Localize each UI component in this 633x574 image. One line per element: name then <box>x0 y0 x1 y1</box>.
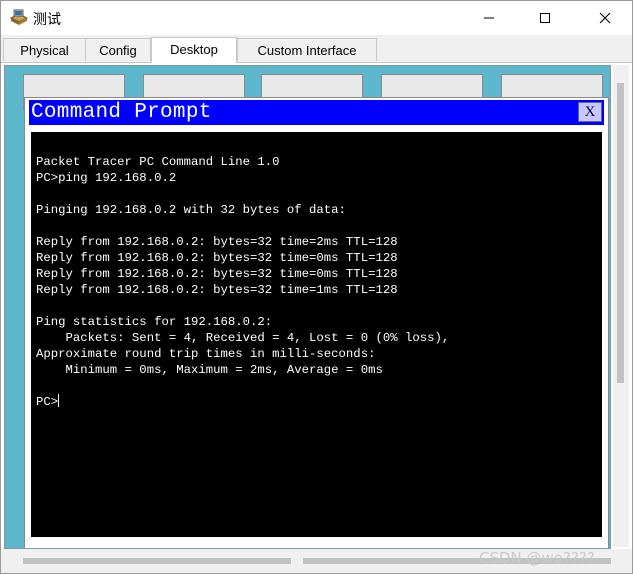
packet-tracer-app-icon <box>9 8 29 26</box>
vertical-scrollbar-thumb[interactable] <box>617 83 624 383</box>
window-title: 测试 <box>33 12 61 28</box>
command-prompt-title: Command Prompt <box>31 101 212 124</box>
terminal-line: Pinging 192.168.0.2 with 32 bytes of dat… <box>36 203 346 217</box>
terminal-line: PC> <box>36 394 60 409</box>
minimize-icon <box>484 17 494 19</box>
terminal-line: Reply from 192.168.0.2: bytes=32 time=0m… <box>36 251 398 265</box>
command-prompt-close-button[interactable]: X <box>578 102 602 122</box>
tab-bar: Physical Config Desktop Custom Interface <box>1 35 632 63</box>
packet-tracer-window: 测试 Physical Config Desktop Custom Interf… <box>0 0 633 574</box>
maximize-icon <box>540 13 550 23</box>
terminal-line: Reply from 192.168.0.2: bytes=32 time=1m… <box>36 283 398 297</box>
terminal-line: Approximate round trip times in milli-se… <box>36 347 376 361</box>
close-icon <box>599 12 611 24</box>
terminal-line: Reply from 192.168.0.2: bytes=32 time=2m… <box>36 235 398 249</box>
watermark: CSDN @wo???? <box>479 549 595 567</box>
tab-desktop[interactable]: Desktop <box>151 37 237 63</box>
horizontal-scrollbar-track-left[interactable] <box>23 558 291 564</box>
minimize-button[interactable] <box>466 1 512 35</box>
desktop-area: Command Prompt X Packet Tracer PC Comman… <box>4 65 611 549</box>
vertical-scrollbar[interactable] <box>613 65 629 547</box>
terminal-line: Reply from 192.168.0.2: bytes=32 time=0m… <box>36 267 398 281</box>
tab-custom-interface[interactable]: Custom Interface <box>237 38 377 61</box>
desktop-tab-content: Command Prompt X Packet Tracer PC Comman… <box>1 63 632 549</box>
terminal-line: Packets: Sent = 4, Received = 4, Lost = … <box>36 331 450 345</box>
terminal-line: Ping statistics for 192.168.0.2: <box>36 315 273 329</box>
title-bar: 测试 <box>1 1 632 35</box>
maximize-button[interactable] <box>522 1 568 35</box>
command-prompt-window: Command Prompt X Packet Tracer PC Comman… <box>24 97 609 548</box>
command-prompt-title-bar: Command Prompt X <box>29 100 604 125</box>
terminal-line: Minimum = 0ms, Maximum = 2ms, Average = … <box>36 363 383 377</box>
close-window-button[interactable] <box>582 1 628 35</box>
tab-config[interactable]: Config <box>85 38 151 61</box>
terminal-line: Packet Tracer PC Command Line 1.0 <box>36 155 280 169</box>
terminal-output[interactable]: Packet Tracer PC Command Line 1.0 PC>ping… <box>31 132 602 537</box>
text-cursor <box>58 394 60 407</box>
terminal-line: PC>ping 192.168.0.2 <box>36 171 177 185</box>
tab-physical[interactable]: Physical <box>3 38 86 61</box>
